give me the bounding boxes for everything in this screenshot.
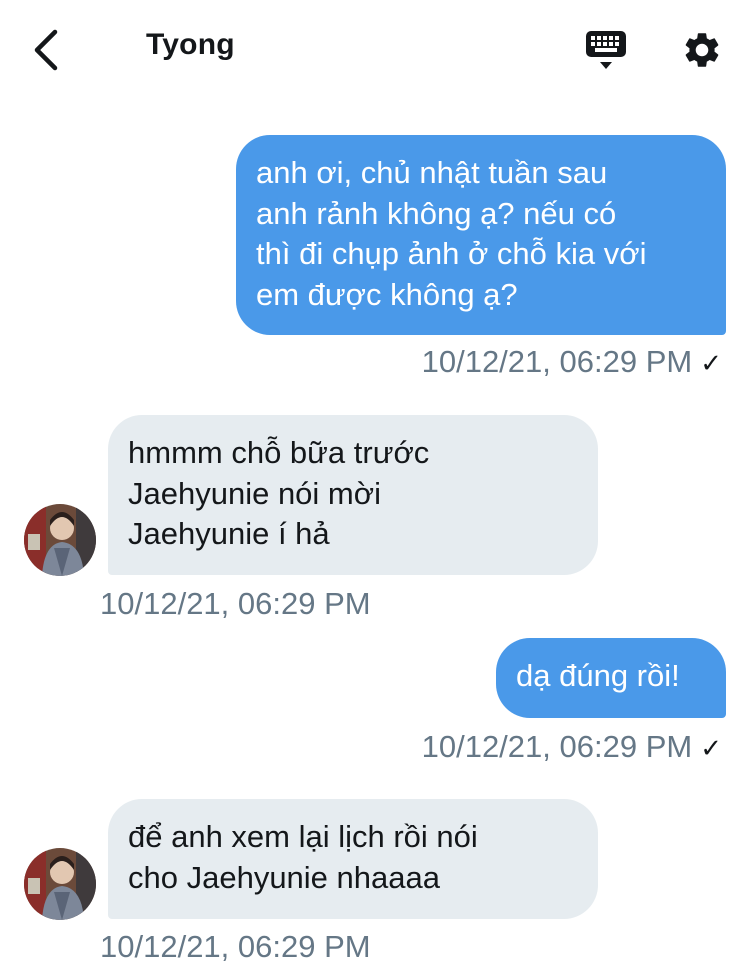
avatar[interactable] [24,848,96,920]
avatar-photo [24,504,96,576]
message-bubble-sent[interactable]: dạ đúng rồi! [496,638,726,718]
timestamp-text: 10/12/21, 06:29 PM [100,586,371,621]
message-timestamp: 10/12/21, 06:29 PM [100,586,371,622]
timestamp-text: 10/12/21, 06:29 PM [100,929,371,964]
dm-conversation-screen: Tyong anh ơi, chủ nhật tuần sau anh rảnh… [0,0,750,965]
message-timestamp: 10/12/21, 06:29 PM ✓ [422,344,722,380]
settings-button[interactable] [676,24,728,76]
message-timestamp: 10/12/21, 06:29 PM [100,929,371,965]
keyboard-button[interactable] [580,24,632,76]
message-timestamp: 10/12/21, 06:29 PM ✓ [422,729,722,765]
sent-check-icon: ✓ [700,348,722,378]
sent-check-icon: ✓ [700,733,722,763]
message-bubble-sent[interactable]: anh ơi, chủ nhật tuần sau anh rảnh không… [236,135,726,335]
keyboard-icon [586,31,626,69]
back-button[interactable] [22,24,70,76]
message-bubble-received[interactable]: hmmm chỗ bữa trước Jaehyunie nói mời Jae… [108,415,598,575]
avatar[interactable] [24,504,96,576]
timestamp-text: 10/12/21, 06:29 PM [421,729,693,764]
chevron-left-icon [34,29,58,71]
conversation-header: Tyong [0,0,750,100]
message-bubble-received[interactable]: để anh xem lại lịch rồi nói cho Jaehyuni… [108,799,598,919]
timestamp-text: 10/12/21, 06:29 PM [421,344,693,379]
gear-icon [685,33,719,67]
avatar-photo [24,848,96,920]
conversation-title[interactable]: Tyong [146,28,235,62]
